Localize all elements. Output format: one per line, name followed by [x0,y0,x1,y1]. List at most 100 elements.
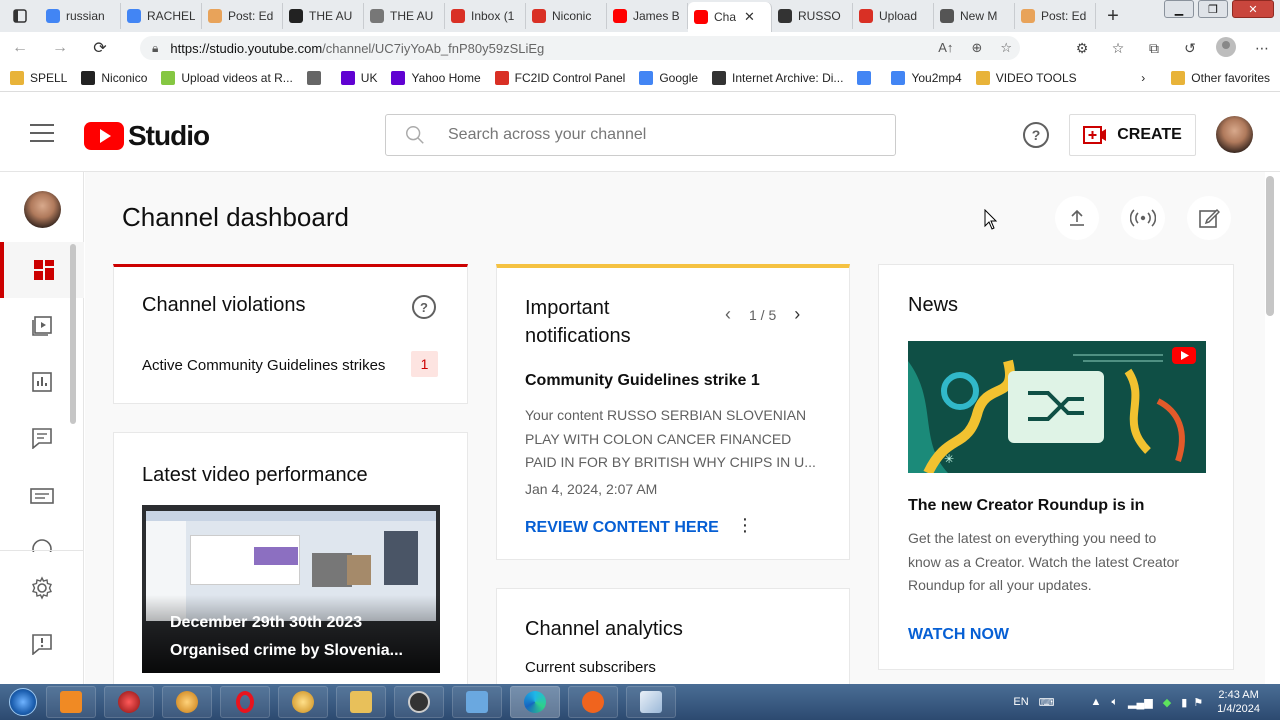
forward-button[interactable]: → [40,39,80,57]
taskbar-app-3[interactable] [162,686,212,718]
taskbar-control-panel[interactable] [452,686,502,718]
review-content-link[interactable]: REVIEW CONTENT HERE [525,519,719,537]
volume-icon[interactable]: 🔈︎ [1111,696,1118,709]
upload-button[interactable] [1055,196,1099,240]
search-box[interactable] [385,114,896,156]
close-window-button[interactable]: ✕ [1232,0,1274,18]
search-input[interactable] [448,126,848,144]
page-title: Channel dashboard [122,202,349,232]
bookmark-item[interactable]: Niconico [81,70,147,85]
browser-tab[interactable]: Upload [853,3,934,29]
extensions-icon[interactable]: ⚙ [1064,40,1100,57]
browser-tab[interactable]: James B [607,3,688,29]
bookmark-item[interactable]: You2mp4 [891,70,962,85]
taskbar-opera[interactable] [220,686,270,718]
bookmark-item[interactable]: Google [639,70,699,85]
new-tab-button[interactable]: + [1100,3,1126,29]
browser-tab[interactable]: THE AU [364,3,445,29]
maximize-button[interactable]: ❐ [1198,0,1228,18]
browser-tab[interactable]: THE AU [283,3,364,29]
tab-actions-icon[interactable] [0,0,40,32]
studio-header: Studio ? CREATE [0,96,1280,172]
bookmark-item[interactable]: Yahoo Home [391,70,481,85]
browser-tab[interactable]: Post: Ed [1015,3,1096,29]
taskbar-edge[interactable] [510,686,560,718]
language-indicator[interactable]: EN [1013,696,1028,708]
studio-logo[interactable]: Studio [84,120,210,152]
collections-icon[interactable]: ⧉ [1136,40,1172,57]
zoom-icon[interactable]: ⊕ [971,40,982,56]
menu-icon[interactable] [30,124,54,142]
taskbar-app-2[interactable] [104,686,154,718]
minimize-button[interactable]: ▁ [1164,0,1194,18]
violations-help-icon[interactable]: ? [412,295,436,319]
add-favorite-icon[interactable]: ☆ [1000,40,1012,56]
chevron-left-icon[interactable]: ‹ [725,304,731,325]
browser-tab-label: Post: Ed [1041,9,1087,23]
show-hidden-icons[interactable]: ▲ [1091,696,1102,708]
latest-video-thumbnail[interactable]: December 29th 30th 2023 Organised crime … [142,505,440,673]
channel-avatar[interactable] [24,191,61,228]
browser-tab[interactable]: Cha ✕ [688,2,772,32]
news-banner-image[interactable]: ✳ [908,341,1206,473]
bookmark-item[interactable]: VIDEO TOOLS [975,70,1077,85]
taskbar-media-app[interactable] [46,686,96,718]
sidebar-scrollbar[interactable] [70,244,76,424]
history-icon[interactable]: ↺ [1172,40,1208,57]
keyboard-icon[interactable]: ⌨ [1039,696,1055,709]
browser-tab[interactable]: Post: Ed [202,3,283,29]
account-avatar[interactable] [1216,116,1253,153]
refresh-button[interactable]: ⟳ [80,38,120,58]
bookmark-item[interactable]: FC2ID Control Panel [494,70,625,85]
url-field[interactable]: 🔒︎ https://studio.youtube.com/channel/UC… [140,36,1020,60]
bookmark-item[interactable] [306,70,327,85]
browser-tab[interactable]: RUSSO [772,3,853,29]
taskbar-file-explorer[interactable] [336,686,386,718]
main-scrollbar[interactable] [1266,176,1274,316]
clock[interactable]: 2:43 AM 1/4/2024 [1217,688,1260,716]
bookmarks-bar: SPELL Niconico Upload videos at R... UK Yaho… [0,64,1280,92]
help-icon[interactable]: ? [1023,122,1049,148]
favorites-icon[interactable]: ☆ [1100,40,1136,57]
create-button[interactable]: CREATE [1069,114,1196,156]
wifi-icon[interactable]: ◆ [1163,696,1171,709]
violations-label[interactable]: Active Community Guidelines strikes [142,357,385,374]
watch-now-link[interactable]: WATCH NOW [908,626,1009,644]
create-post-button[interactable] [1187,196,1231,240]
taskbar-paint[interactable] [626,686,676,718]
close-tab-icon[interactable]: ✕ [744,9,755,25]
profile-icon[interactable] [1208,36,1244,60]
taskbar-app-5[interactable] [278,686,328,718]
back-button[interactable]: ← [0,39,40,57]
bookmark-item[interactable]: Upload videos at R... [161,70,293,85]
battery-icon[interactable]: ▮ [1181,696,1187,709]
browser-tab[interactable]: russian [40,3,121,29]
action-center-icon[interactable]: ⚑ [1193,696,1203,709]
browser-tab[interactable]: RACHEL [121,3,202,29]
taskbar-app-7[interactable] [394,686,444,718]
bookmark-label: Google [659,70,699,85]
start-button[interactable] [0,684,46,720]
chevron-right-icon[interactable]: › [794,304,800,325]
go-live-button[interactable] [1121,196,1165,240]
sidebar-item-settings[interactable] [0,560,84,616]
other-favorites[interactable]: Other favorites [1171,70,1270,85]
browser-tab[interactable]: New M [934,3,1015,29]
more-menu-icon[interactable]: ⋯ [1244,40,1280,57]
niconico-icon [81,70,96,85]
windows-taskbar: EN ⌨ ▲ 🔈︎ ▂▄▆ ◆ ▮ ⚑ 2:43 AM 1/4/2024 [0,684,1280,720]
sidebar-item-subtitles[interactable] [0,468,84,524]
bookmarks-overflow-icon[interactable]: › [1141,71,1145,85]
signal-icon[interactable]: ▂▄▆ [1128,696,1153,709]
bookmark-item[interactable]: SPELL [10,70,67,85]
browser-tab[interactable]: Niconic [526,3,607,29]
bookmark-item[interactable]: Internet Archive: Di... [712,70,843,85]
sidebar-item-feedback[interactable] [0,616,84,672]
more-options-icon[interactable]: · · · [741,509,749,541]
taskbar-app-10[interactable] [568,686,618,718]
bookmark-item[interactable] [857,70,877,85]
sidebar-item-copyright[interactable] [0,532,84,552]
read-aloud-icon[interactable]: A↑ [938,40,953,56]
bookmark-item[interactable]: UK [340,70,377,85]
browser-tab[interactable]: Inbox (1 [445,3,526,29]
